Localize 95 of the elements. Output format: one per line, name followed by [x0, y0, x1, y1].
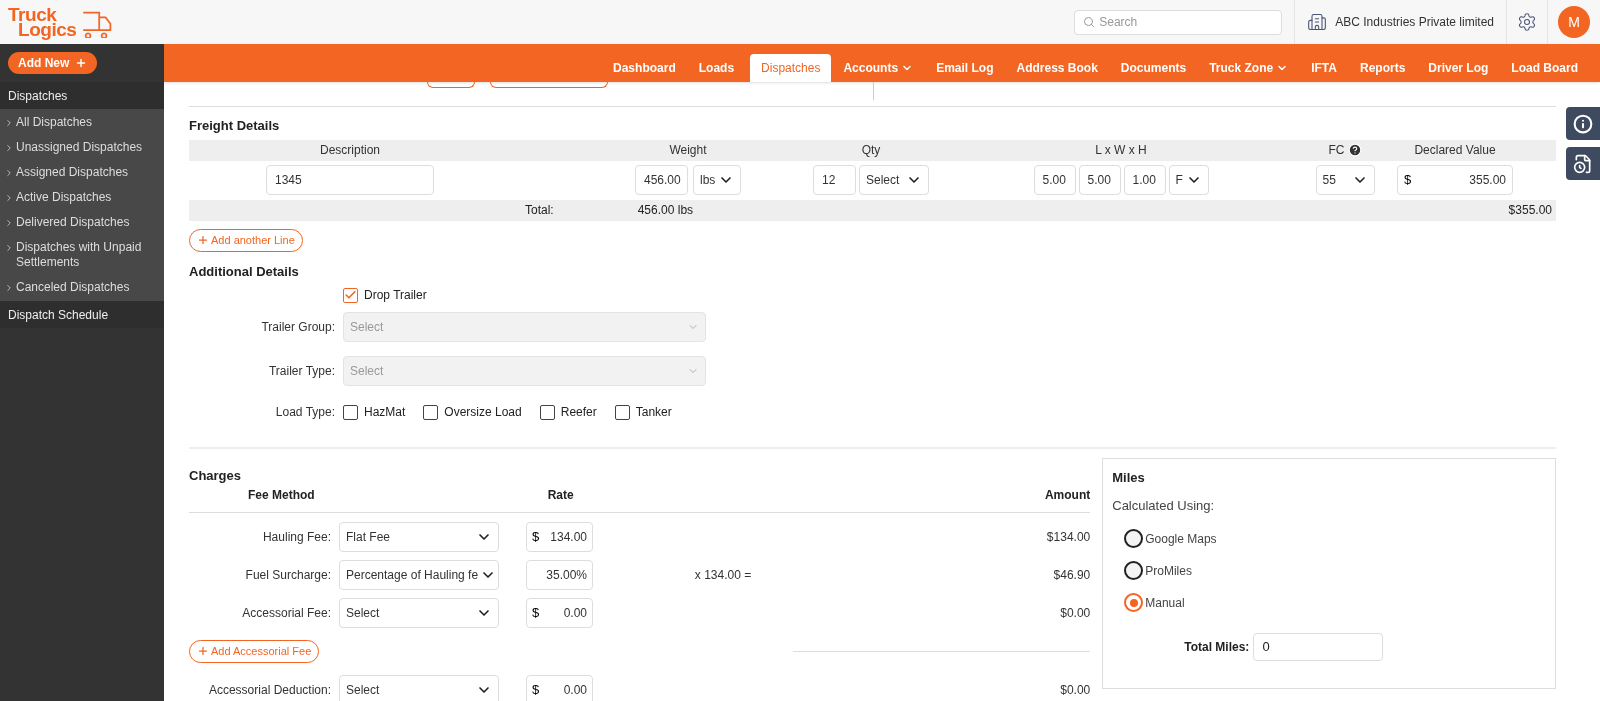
- checkbox-label: Drop Trailer: [364, 287, 427, 304]
- chevron-right-icon: [4, 118, 14, 128]
- fee-label: Accessorial Deduction:: [207, 681, 332, 699]
- amount-text: $134.00: [1046, 528, 1091, 546]
- checkbox[interactable]: [539, 404, 555, 420]
- document-history-button[interactable]: [1566, 147, 1600, 180]
- multiplier-text: x 134.00 =: [694, 566, 752, 584]
- sidebar-item[interactable]: Active Dispatches: [0, 185, 164, 210]
- select-field[interactable]: lbs: [693, 165, 741, 195]
- select-field[interactable]: Select: [859, 165, 929, 195]
- select-field[interactable]: 55: [1315, 165, 1375, 195]
- select-field[interactable]: Select: [339, 674, 499, 701]
- section-title: Additional Details: [189, 262, 300, 281]
- checkbox-label: HazMat: [364, 404, 406, 421]
- checkbox[interactable]: [343, 287, 358, 303]
- sidebar-item[interactable]: Canceled Dispatches: [0, 275, 164, 300]
- section-title: Charges: [189, 467, 243, 485]
- settings-icon[interactable]: [1517, 12, 1537, 32]
- radio-label: Google Maps: [1145, 530, 1217, 548]
- checkbox-label: Oversize Load: [444, 404, 522, 421]
- field-label: Trailer Type:: [267, 363, 336, 380]
- total-weight: 456.00 lbs: [637, 202, 694, 219]
- document-clock-icon: [1573, 153, 1593, 174]
- select-field[interactable]: Flat Fee: [339, 521, 499, 552]
- plus-icon: [197, 645, 209, 657]
- search-icon: [1083, 16, 1096, 28]
- radio-button[interactable]: [1124, 593, 1144, 612]
- panel-subtitle: Calculated Using:: [1112, 496, 1216, 515]
- fee-label: Fuel Surcharge:: [244, 566, 332, 584]
- input-field[interactable]: 5.00: [1078, 165, 1121, 195]
- chevron-right-icon: [4, 143, 14, 153]
- chevron-right-icon: [4, 283, 14, 293]
- amount-text: $0.00: [1060, 681, 1091, 699]
- declared-value-field[interactable]: $ 355.00: [1397, 165, 1513, 195]
- plus-icon: [197, 234, 209, 246]
- fee-label: Hauling Fee:: [261, 528, 332, 546]
- radio-label: Manual: [1145, 594, 1185, 612]
- column-header: Weight: [669, 142, 707, 159]
- sidebar-item[interactable]: Delivered Dispatches: [0, 210, 164, 235]
- rate-field[interactable]: $ 0.00: [526, 674, 593, 701]
- amount-text: $46.90: [1053, 566, 1091, 584]
- chevron-right-icon: [4, 168, 14, 178]
- column-header: FC: [1328, 142, 1345, 159]
- logo-text: Truck: [8, 7, 57, 22]
- panel-title: Miles: [1112, 469, 1146, 487]
- checkbox[interactable]: [423, 404, 439, 420]
- total-value: $355.00: [1508, 202, 1553, 219]
- section-title: Freight Details: [189, 117, 281, 135]
- fee-label: Accessorial Fee:: [241, 604, 332, 622]
- column-header: L x W x H: [1095, 142, 1147, 159]
- radio-label: ProMiles: [1145, 562, 1192, 580]
- sidebar-item[interactable]: Dispatches with Unpaid Settlements: [0, 235, 164, 275]
- sidebar-section[interactable]: Dispatches: [0, 82, 164, 109]
- total-label: Total:: [525, 202, 554, 219]
- column-header: Qty: [861, 142, 881, 159]
- select-field[interactable]: Select: [339, 597, 499, 628]
- radio-button[interactable]: [1124, 561, 1144, 580]
- input-field[interactable]: 0: [1253, 633, 1384, 661]
- sidebar-section[interactable]: Dispatch Schedule: [0, 301, 164, 328]
- plus-icon: [75, 57, 88, 69]
- info-settings-button[interactable]: [1566, 107, 1600, 140]
- input-field[interactable]: 5.00: [1033, 165, 1076, 195]
- checkbox-label: Tanker: [635, 404, 672, 421]
- chevron-right-icon: [4, 193, 14, 203]
- rate-field[interactable]: $ 0.00: [526, 597, 593, 628]
- building-icon: [1307, 12, 1328, 32]
- checkbox[interactable]: [614, 404, 630, 420]
- select-field[interactable]: F: [1168, 165, 1209, 195]
- input-field[interactable]: 12: [813, 165, 856, 195]
- rate-field[interactable]: 35.00%: [526, 559, 593, 590]
- input-field[interactable]: 1345: [266, 165, 434, 195]
- sidebar-item[interactable]: Assigned Dispatches: [0, 160, 164, 185]
- chevron-right-icon: [4, 243, 14, 253]
- chevron-right-icon: [4, 218, 14, 228]
- column-header: Fee Method: [248, 486, 315, 504]
- sidebar-item[interactable]: All Dispatches: [0, 110, 164, 135]
- checkbox[interactable]: [343, 404, 358, 420]
- column-header: Description: [320, 142, 380, 159]
- column-header: Amount: [1044, 486, 1091, 504]
- field-label: Total Miles:: [1184, 639, 1251, 656]
- field-label: Trailer Group:: [260, 319, 336, 336]
- input-field[interactable]: 1.00: [1123, 165, 1166, 195]
- rate-field[interactable]: $ 134.00: [526, 521, 593, 552]
- radio-button[interactable]: [1124, 529, 1144, 548]
- input-field[interactable]: 456.00: [635, 165, 688, 195]
- sidebar-item[interactable]: Unassigned Dispatches: [0, 135, 164, 160]
- help-icon[interactable]: [1347, 143, 1362, 157]
- column-header: Rate: [547, 486, 574, 504]
- amount-text: $0.00: [1060, 604, 1091, 622]
- field-label: Load Type:: [274, 404, 336, 421]
- checkbox-label: Reefer: [560, 404, 597, 421]
- company-name[interactable]: ABC Industries Private limited: [1335, 13, 1494, 31]
- select-field[interactable]: Percentage of Hauling fe: [339, 559, 499, 590]
- column-header: Declared Value: [1414, 142, 1496, 159]
- info-icon: [1573, 113, 1593, 134]
